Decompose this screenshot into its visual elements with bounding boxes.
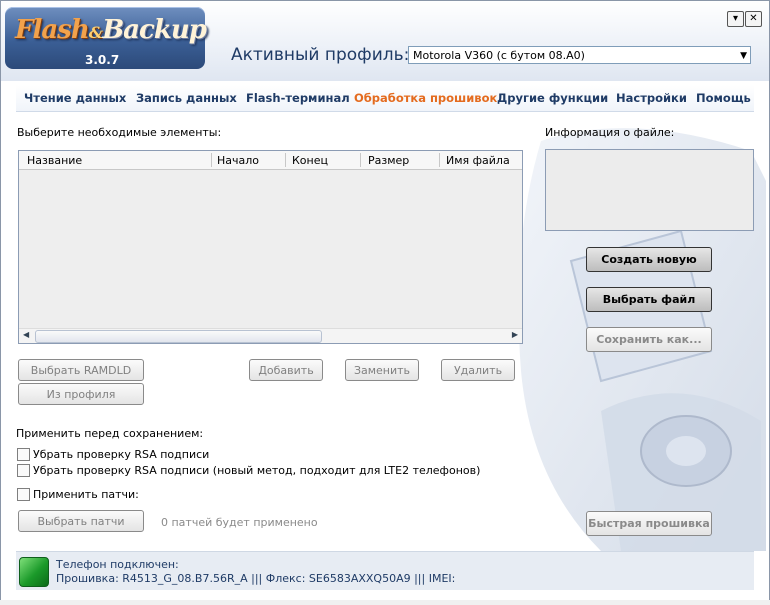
minimize-icon: ▾ — [732, 13, 739, 24]
logo-part1: Flash — [15, 15, 90, 45]
remove-rsa-check-new-checkbox[interactable] — [17, 464, 30, 477]
select-ramdld-button[interactable]: Выбрать RAMDLD — [18, 359, 144, 381]
apply-before-save-label: Применить перед сохранением: — [16, 427, 204, 440]
nav-write-data[interactable]: Запись данных — [136, 91, 237, 105]
scroll-left-icon[interactable]: ◀ — [23, 330, 29, 339]
nav-other-functions[interactable]: Другие функции — [497, 91, 608, 105]
column-divider — [211, 153, 212, 167]
remove-rsa-check-new-label[interactable]: Убрать проверку RSA подписи (новый метод… — [33, 464, 480, 477]
column-header-size[interactable]: Размер — [368, 154, 409, 167]
minimize-button[interactable]: ▾ — [727, 11, 744, 27]
elements-label: Выберите необходимые элементы: — [17, 126, 222, 139]
close-button[interactable]: ✕ — [745, 11, 762, 27]
table-header: Название Начало Конец Размер Имя файла — [19, 151, 522, 170]
nav-firmware-processing[interactable]: Обработка прошивок — [354, 91, 497, 105]
save-as-button[interactable]: Сохранить как... — [586, 327, 712, 352]
phone-connected-text: Телефон подключен: — [56, 558, 179, 571]
select-patches-button[interactable]: Выбрать патчи — [18, 510, 144, 532]
scrollbar-thumb[interactable] — [35, 330, 322, 343]
profile-selected-value: Motorola V360 (с бутом 08.A0) — [413, 49, 585, 62]
file-info-label: Информация о файле: — [545, 126, 675, 139]
app-header: Flash&Backup 3.0.7 Активный профиль: Mot… — [1, 1, 769, 81]
apply-patches-checkbox[interactable] — [17, 488, 30, 501]
add-button[interactable]: Добавить — [249, 359, 323, 381]
replace-button[interactable]: Заменить — [345, 359, 419, 381]
logo-amp: & — [88, 23, 103, 42]
bottom-strip — [0, 600, 770, 605]
app-logo: Flash&Backup 3.0.7 — [5, 7, 207, 69]
column-header-start[interactable]: Начало — [217, 154, 259, 167]
nav-read-data[interactable]: Чтение данных — [24, 91, 126, 105]
firmware-info-text: Прошивка: R4513_G_08.B7.56R_A ||| Флекс:… — [56, 572, 456, 585]
profile-label: Активный профиль: — [231, 45, 410, 65]
profile-select[interactable]: Motorola V360 (с бутом 08.A0) ▼ — [408, 46, 751, 64]
logo-part2: Backup — [102, 15, 207, 45]
main-window: Flash&Backup 3.0.7 Активный профиль: Mot… — [0, 0, 770, 602]
chevron-down-icon[interactable]: ▼ — [740, 47, 747, 65]
patches-count-text: 0 патчей будет применено — [161, 516, 318, 529]
remove-rsa-check-label[interactable]: Убрать проверку RSA подписи — [33, 448, 209, 461]
nav-flash-terminal[interactable]: Flash-терминал — [246, 91, 350, 105]
remove-rsa-check-checkbox[interactable] — [17, 448, 30, 461]
status-bar: Телефон подключен: Прошивка: R4513_G_08.… — [16, 551, 754, 590]
file-info-box — [545, 149, 754, 231]
apply-patches-label[interactable]: Применить патчи: — [33, 488, 139, 501]
logo-text: Flash&Backup — [15, 15, 207, 45]
column-divider — [439, 153, 440, 167]
nav-settings[interactable]: Настройки — [616, 91, 687, 105]
column-divider — [285, 153, 286, 167]
horizontal-scrollbar[interactable]: ◀ ▶ — [19, 328, 522, 343]
scroll-right-icon[interactable]: ▶ — [512, 330, 518, 339]
app-version: 3.0.7 — [85, 53, 120, 67]
column-header-name[interactable]: Название — [27, 154, 82, 167]
column-header-filename[interactable]: Имя файла — [446, 154, 510, 167]
nav-help[interactable]: Помощь — [696, 91, 751, 105]
main-nav: Чтение данных Запись данных Flash-термин… — [16, 85, 754, 112]
column-header-end[interactable]: Конец — [292, 154, 328, 167]
close-icon: ✕ — [749, 13, 758, 24]
from-profile-button[interactable]: Из профиля — [18, 383, 144, 405]
select-file-button[interactable]: Выбрать файл — [586, 287, 712, 312]
quick-flash-button[interactable]: Быстрая прошивка — [586, 511, 712, 536]
elements-table[interactable]: Название Начало Конец Размер Имя файла ◀… — [18, 150, 523, 344]
create-new-button[interactable]: Создать новую — [586, 247, 712, 272]
connection-status-icon — [19, 557, 49, 587]
column-divider — [360, 153, 361, 167]
delete-button[interactable]: Удалить — [441, 359, 515, 381]
